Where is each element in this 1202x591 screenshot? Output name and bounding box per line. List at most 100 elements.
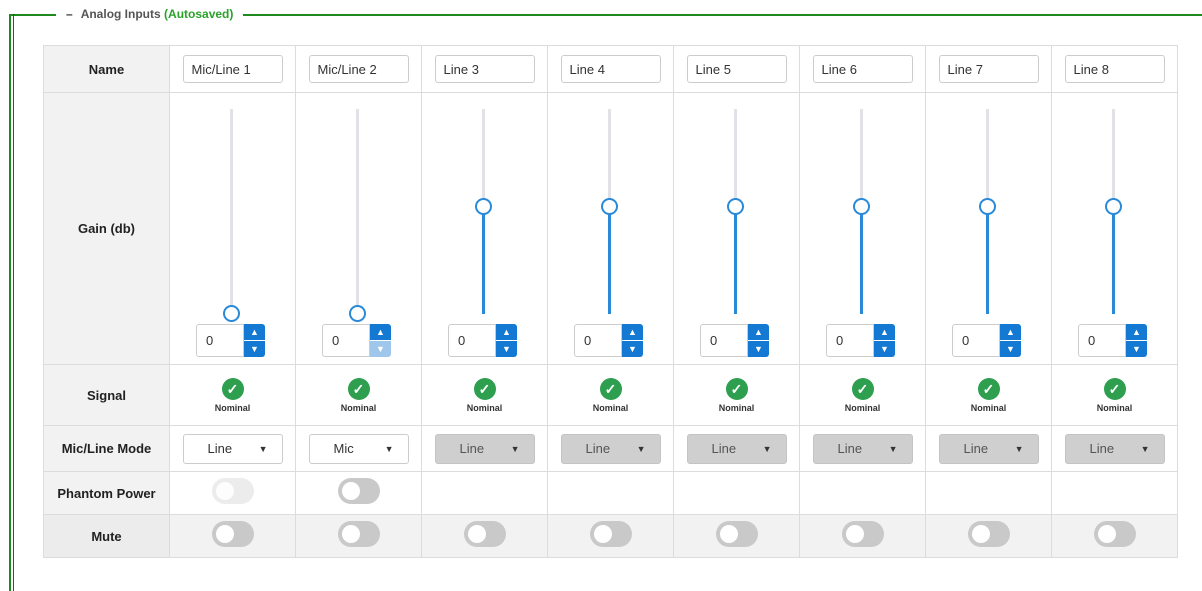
gain-value-input[interactable]: 0 <box>826 324 874 357</box>
gain-value-input[interactable]: 0 <box>700 324 748 357</box>
channel-name-input[interactable] <box>434 55 535 83</box>
row-label-mute: Mute <box>43 514 170 558</box>
caret-up-icon[interactable]: ▲ <box>370 324 391 340</box>
gain-stepper: 0 ▲ ▼ <box>322 324 391 357</box>
phantom-power-toggle[interactable] <box>211 477 254 504</box>
gain-value-input[interactable]: 0 <box>196 324 244 357</box>
mute-toggle[interactable] <box>211 520 254 547</box>
mute-toggle[interactable] <box>337 520 380 547</box>
gain-slider-handle[interactable] <box>1105 198 1122 215</box>
mic-line-mode-select[interactable]: Line ▼ <box>938 433 1039 464</box>
mode-selected-value: Line <box>837 440 863 456</box>
gain-slider-fill <box>734 207 737 314</box>
check-circle-icon: ✓ <box>1103 377 1126 400</box>
gain-value-input[interactable]: 0 <box>322 324 370 357</box>
gain-slider-handle[interactable] <box>601 198 618 215</box>
toggle-knob <box>215 524 234 543</box>
collapse-toggle[interactable]: – <box>66 6 73 22</box>
mic-line-mode-select[interactable]: Line ▼ <box>812 433 913 464</box>
channel-name-input[interactable] <box>938 55 1039 83</box>
caret-up-icon[interactable]: ▲ <box>496 324 517 340</box>
caret-up-icon[interactable]: ▲ <box>748 324 769 340</box>
mute-toggle[interactable] <box>967 520 1010 547</box>
mute-toggle[interactable] <box>715 520 758 547</box>
mic-line-mode-select[interactable]: Line ▼ <box>686 433 787 464</box>
gain-stepper: 0 ▲ ▼ <box>448 324 517 357</box>
section-frame-inner-line <box>13 14 14 591</box>
signal-status: Nominal <box>970 402 1007 413</box>
gain-stepper: 0 ▲ ▼ <box>826 324 895 357</box>
channel-name-input[interactable] <box>308 55 409 83</box>
check-circle-icon: ✓ <box>347 377 370 400</box>
toggle-knob <box>1097 524 1116 543</box>
gain-slider-handle[interactable] <box>223 305 240 322</box>
caret-down-icon: ▼ <box>1014 443 1024 454</box>
gain-slider-handle[interactable] <box>727 198 744 215</box>
caret-up-icon[interactable]: ▲ <box>1000 324 1021 340</box>
mute-toggle[interactable] <box>589 520 632 547</box>
caret-up-icon[interactable]: ▲ <box>874 324 895 340</box>
caret-down-icon: ▼ <box>1140 443 1150 454</box>
caret-down-icon[interactable]: ▼ <box>748 341 769 357</box>
caret-down-icon: ▼ <box>384 443 394 454</box>
caret-up-icon[interactable]: ▲ <box>244 324 265 340</box>
caret-up-icon[interactable]: ▲ <box>1126 324 1147 340</box>
signal-status: Nominal <box>1096 402 1133 413</box>
signal-status: Nominal <box>466 402 503 413</box>
mode-selected-value: Line <box>963 440 989 456</box>
mode-selected-value: Line <box>711 440 737 456</box>
caret-down-icon[interactable]: ▼ <box>874 341 895 357</box>
caret-down-icon[interactable]: ▼ <box>1000 341 1021 357</box>
channel-name-input[interactable] <box>182 55 283 83</box>
gain-value-input[interactable]: 0 <box>574 324 622 357</box>
channel-name-input[interactable] <box>686 55 787 83</box>
mute-toggle[interactable] <box>463 520 506 547</box>
toggle-knob <box>215 481 234 500</box>
gain-slider-track[interactable] <box>223 109 240 322</box>
caret-down-icon[interactable]: ▼ <box>1126 341 1147 357</box>
check-circle-icon: ✓ <box>725 377 748 400</box>
caret-down-icon: ▼ <box>888 443 898 454</box>
caret-up-icon[interactable]: ▲ <box>622 324 643 340</box>
caret-down-icon[interactable]: ▼ <box>496 341 517 357</box>
caret-down-icon[interactable]: ▼ <box>244 341 265 357</box>
gain-slider-track[interactable] <box>979 109 996 314</box>
signal-status: Nominal <box>844 402 881 413</box>
gain-stepper: 0 ▲ ▼ <box>196 324 265 357</box>
gain-slider-track[interactable] <box>853 109 870 314</box>
gain-stepper: 0 ▲ ▼ <box>574 324 643 357</box>
mic-line-mode-select[interactable]: Line ▼ <box>182 433 283 464</box>
gain-value-input[interactable]: 0 <box>448 324 496 357</box>
check-circle-icon: ✓ <box>473 377 496 400</box>
check-circle-icon: ✓ <box>851 377 874 400</box>
gain-slider-track[interactable] <box>727 109 744 314</box>
caret-down-icon[interactable]: ▼ <box>370 341 391 357</box>
gain-slider-handle[interactable] <box>979 198 996 215</box>
caret-down-icon[interactable]: ▼ <box>622 341 643 357</box>
mute-toggle[interactable] <box>841 520 884 547</box>
gain-slider-track[interactable] <box>1105 109 1122 314</box>
gain-slider-handle[interactable] <box>475 198 492 215</box>
row-label-phantom: Phantom Power <box>43 471 170 515</box>
gain-slider-handle[interactable] <box>853 198 870 215</box>
mic-line-mode-select[interactable]: Line ▼ <box>434 433 535 464</box>
gain-slider-track[interactable] <box>601 109 618 314</box>
row-label-gain: Gain (db) <box>43 92 170 365</box>
channel-name-input[interactable] <box>812 55 913 83</box>
mic-line-mode-select[interactable]: Line ▼ <box>1064 433 1165 464</box>
gain-value-input[interactable]: 0 <box>952 324 1000 357</box>
gain-slider-fill <box>482 207 485 314</box>
phantom-power-toggle[interactable] <box>337 477 380 504</box>
gain-slider-handle[interactable] <box>349 305 366 322</box>
signal-status: Nominal <box>718 402 755 413</box>
check-circle-icon: ✓ <box>977 377 1000 400</box>
channel-name-input[interactable] <box>1064 55 1165 83</box>
mute-toggle[interactable] <box>1093 520 1136 547</box>
gain-slider-track[interactable] <box>475 109 492 314</box>
gain-stepper: 0 ▲ ▼ <box>952 324 1021 357</box>
mic-line-mode-select[interactable]: Mic ▼ <box>308 433 409 464</box>
channel-name-input[interactable] <box>560 55 661 83</box>
gain-slider-track[interactable] <box>349 109 366 322</box>
gain-value-input[interactable]: 0 <box>1078 324 1126 357</box>
mic-line-mode-select[interactable]: Line ▼ <box>560 433 661 464</box>
